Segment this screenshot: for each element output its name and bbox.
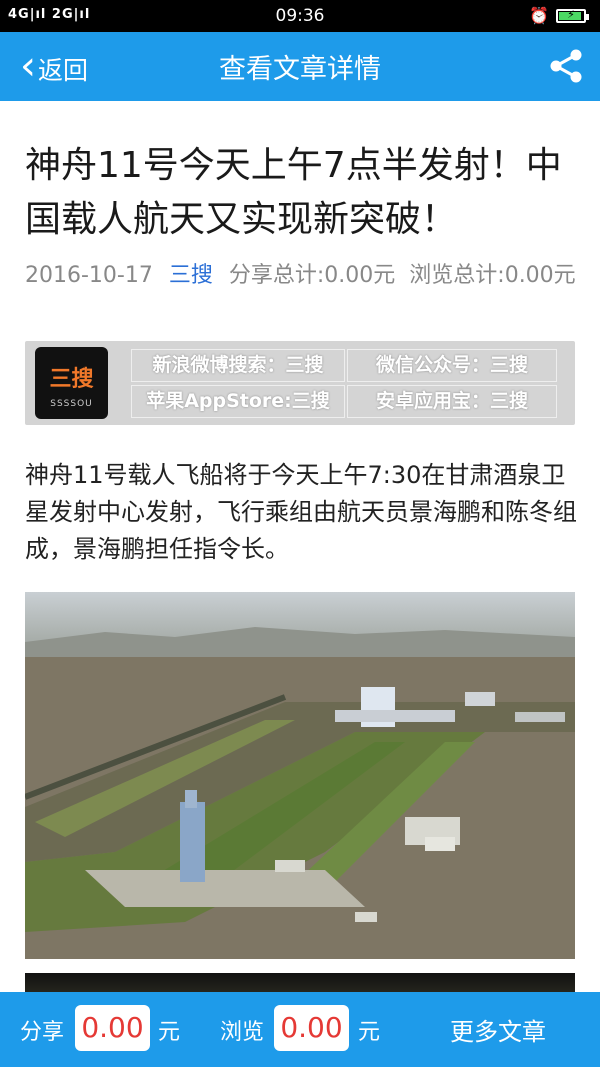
article-source-link[interactable]: 三搜 <box>169 263 213 288</box>
banner-wechat: 微信公众号：三搜 <box>347 349 557 382</box>
view-label: 浏览 <box>220 1020 265 1045</box>
article-meta: 2016-10-17 三搜 分享总计:0.00元 浏览总计:0.00元 <box>25 259 580 293</box>
sansou-logo: 三搜 SSSSOU <box>35 347 108 419</box>
share-label: 分享 <box>20 1020 65 1045</box>
article-content[interactable]: 神舟11号今天上午7点半发射！中国载人航天又实现新突破！ 2016-10-17 三… <box>0 101 600 992</box>
banner-appstore: 苹果AppStore:三搜 <box>131 385 345 418</box>
view-unit: 元 <box>358 1020 381 1045</box>
share-unit: 元 <box>158 1020 181 1045</box>
status-bar: 4G|ıl 2G|ıl 09:36 ⏰ ⚡ <box>0 0 600 32</box>
banner-weibo: 新浪微博搜索：三搜 <box>131 349 345 382</box>
clock: 09:36 <box>275 6 325 26</box>
view-total: 浏览总计:0.00元 <box>409 263 576 288</box>
share-total: 分享总计:0.00元 <box>228 263 396 288</box>
alarm-icon: ⏰ <box>529 6 549 25</box>
share-amount: 0.00 <box>75 1005 150 1051</box>
page-title: 查看文章详情 <box>219 54 381 85</box>
battery-icon: ⚡ <box>556 8 589 23</box>
article-date: 2016-10-17 <box>25 263 153 288</box>
article-paragraph: 神舟11号载人飞船将于今天上午7:30在甘肃酒泉卫星发射中心发射，飞行乘组由航天… <box>25 461 577 563</box>
second-photo <box>25 973 575 992</box>
share-icon[interactable] <box>548 48 584 84</box>
top-nav-bar: ‹ 返回 查看文章详情 <box>0 32 600 101</box>
promo-banner[interactable]: 三搜 SSSSOU 新浪微博搜索：三搜 微信公众号：三搜 苹果AppStore:… <box>25 341 575 425</box>
article-title: 神舟11号今天上午7点半发射！中国载人航天又实现新突破！ <box>25 145 562 240</box>
more-articles-button[interactable]: 更多文章 <box>450 1012 546 1047</box>
bottom-bar: 分享 0.00 元 浏览 0.00 元 更多文章 <box>0 992 600 1067</box>
launch-site-photo <box>25 592 575 959</box>
view-amount: 0.00 <box>274 1005 349 1051</box>
banner-yingyongbao: 安卓应用宝：三搜 <box>347 385 557 418</box>
